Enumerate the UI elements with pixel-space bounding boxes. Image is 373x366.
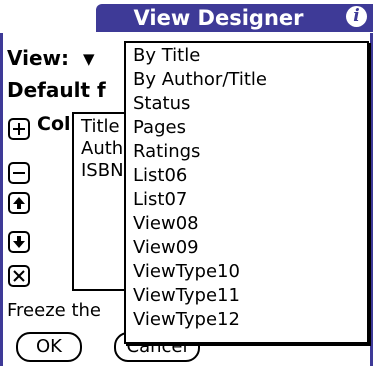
delete-icon <box>13 270 25 282</box>
info-icon[interactable]: i <box>346 6 367 27</box>
dropdown-option[interactable]: By Author/Title <box>133 69 267 91</box>
list-item[interactable]: ISBN <box>81 160 124 182</box>
dropdown-option[interactable]: View09 <box>133 237 199 259</box>
view-label: View: <box>7 46 70 70</box>
move-down-button[interactable] <box>8 231 30 253</box>
ok-button[interactable]: OK <box>16 332 82 362</box>
dropdown-option[interactable]: Ratings <box>133 141 200 163</box>
dropdown-option[interactable]: List06 <box>133 165 187 187</box>
default-label: Default f <box>7 78 106 102</box>
add-icon <box>13 123 25 135</box>
remove-column-button[interactable] <box>8 162 30 184</box>
list-item[interactable]: Title <box>81 116 120 138</box>
title-bar: View Designer i <box>0 0 373 34</box>
dropdown-option[interactable]: ViewType10 <box>133 261 240 283</box>
remove-icon <box>13 172 25 174</box>
view-dropdown-list[interactable]: By Title By Author/Title Status Pages Ra… <box>124 41 369 344</box>
dropdown-option[interactable]: List07 <box>133 189 187 211</box>
move-up-icon <box>13 197 25 209</box>
dropdown-option[interactable]: View08 <box>133 213 199 235</box>
add-column-button[interactable] <box>8 118 30 140</box>
delete-column-button[interactable] <box>8 265 30 287</box>
dropdown-option[interactable]: Status <box>133 93 190 115</box>
dropdown-option[interactable]: Pages <box>133 117 186 139</box>
dropdown-option[interactable]: ViewType12 <box>133 309 240 331</box>
move-up-button[interactable] <box>8 192 30 214</box>
dropdown-option[interactable]: ViewType11 <box>133 285 240 307</box>
frame-border-left <box>0 33 3 366</box>
move-down-icon <box>13 236 25 248</box>
freeze-label: Freeze the <box>7 300 101 321</box>
view-dropdown-arrow-icon[interactable]: ▼ <box>83 47 95 71</box>
dropdown-option[interactable]: By Title <box>133 45 200 67</box>
window-title: View Designer <box>133 6 304 30</box>
